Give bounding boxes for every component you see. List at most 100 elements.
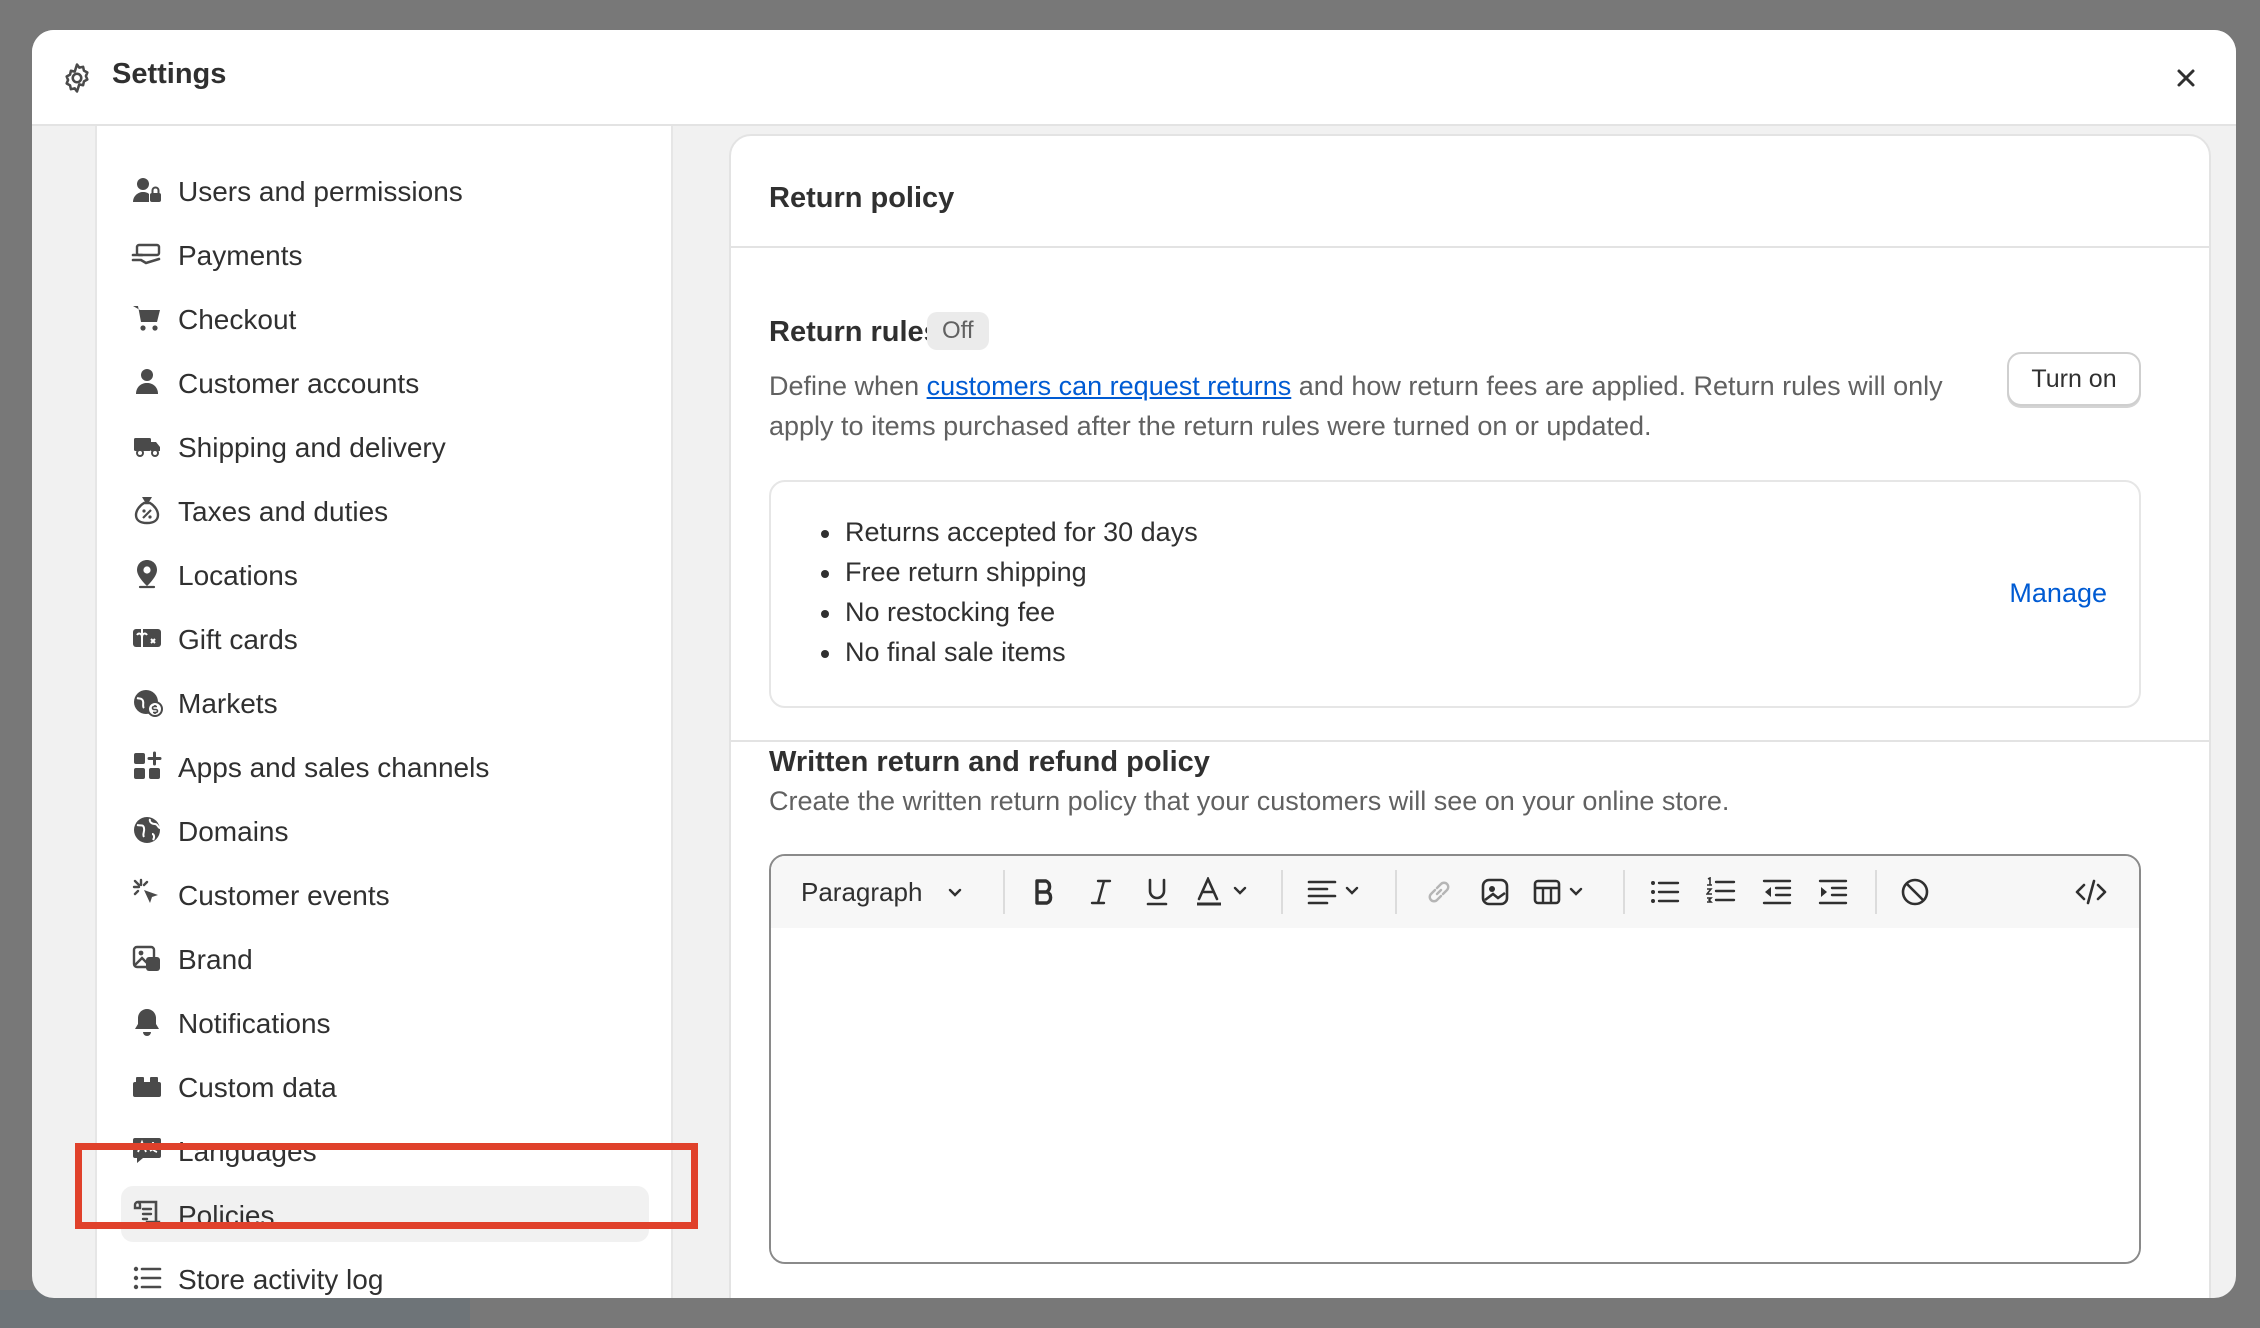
sidebar-item-label: Customer events: [178, 880, 390, 911]
return-policy-card: Return policy Return rules Off Define wh…: [729, 134, 2211, 1298]
modal-title: Settings: [112, 58, 227, 90]
bold-icon: [1032, 878, 1058, 906]
map-pin-icon: [131, 558, 163, 590]
sidebar-item-checkout[interactable]: Checkout: [121, 290, 649, 346]
close-icon: [2175, 67, 2197, 89]
italic-icon: [1088, 878, 1114, 906]
apps-icon: [131, 750, 163, 782]
bold-button[interactable]: [1027, 874, 1063, 910]
sidebar-item-gift-cards[interactable]: Gift cards: [121, 610, 649, 666]
sidebar-item-notifications[interactable]: Notifications: [121, 994, 649, 1050]
close-button[interactable]: [2164, 56, 2208, 100]
table-button[interactable]: [1533, 874, 1597, 910]
modal-header: Settings: [32, 30, 2236, 126]
chevron-down-icon: [946, 883, 964, 901]
sidebar-item-custom-data[interactable]: Custom data: [121, 1058, 649, 1114]
sidebar-item-label: Customer accounts: [178, 368, 420, 399]
outdent-button[interactable]: [1759, 874, 1795, 910]
brand-image-icon: [131, 942, 163, 974]
blocks-icon: [131, 1070, 163, 1102]
image-button[interactable]: [1477, 874, 1513, 910]
toolbar-separator: [1395, 870, 1397, 914]
sidebar-item-apps-and-sales-channels[interactable]: Apps and sales channels: [121, 738, 649, 794]
translate-icon: [131, 1134, 163, 1166]
sidebar-item-label: Brand: [178, 944, 253, 975]
user-lock-icon: [131, 174, 163, 206]
text-color-button[interactable]: [1195, 874, 1259, 910]
sidebar-item-label: Gift cards: [178, 624, 298, 655]
cart-icon: [131, 302, 163, 334]
written-policy-description: Create the written return policy that yo…: [769, 786, 1730, 816]
globe-dollar-icon: [131, 686, 163, 718]
gift-card-icon: [131, 622, 163, 654]
turn-on-button[interactable]: Turn on: [2007, 352, 2141, 406]
code-view-button[interactable]: [2073, 874, 2109, 910]
underline-button[interactable]: [1139, 874, 1175, 910]
list-item: Free return shipping: [819, 552, 1198, 592]
hand-money-icon: [131, 238, 163, 270]
sidebar-item-taxes-and-duties[interactable]: Taxes and duties: [121, 482, 649, 538]
list-item: No final sale items: [819, 632, 1198, 672]
link-button[interactable]: [1421, 874, 1457, 910]
money-bag-icon: [131, 494, 163, 526]
sidebar-item-customer-accounts[interactable]: Customer accounts: [121, 354, 649, 410]
numbered-list-icon: [1706, 877, 1736, 907]
sidebar-item-markets[interactable]: Markets: [121, 674, 649, 730]
settings-sidebar: Users and permissions Payments Checkout …: [95, 126, 673, 1298]
indent-icon: [1818, 878, 1848, 906]
indent-button[interactable]: [1815, 874, 1851, 910]
sidebar-item-domains[interactable]: Domains: [121, 802, 649, 858]
paragraph-select[interactable]: Paragraph: [801, 874, 964, 910]
editor-toolbar: Paragraph: [771, 856, 2139, 928]
paragraph-select-label: Paragraph: [801, 876, 923, 907]
sidebar-item-label: Locations: [178, 560, 298, 591]
divider: [731, 740, 2209, 742]
code-icon: [2075, 878, 2107, 906]
sidebar-item-label: Languages: [178, 1136, 317, 1167]
description-text: Define when: [769, 371, 927, 401]
return-rules-summary: Returns accepted for 30 days Free return…: [769, 480, 2141, 708]
bullet-list-icon: [1650, 878, 1680, 906]
sidebar-item-customer-events[interactable]: Customer events: [121, 866, 649, 922]
written-policy-title: Written return and refund policy: [769, 746, 1210, 778]
sidebar-item-brand[interactable]: Brand: [121, 930, 649, 986]
globe-icon: [131, 814, 163, 846]
outdent-icon: [1762, 878, 1792, 906]
sidebar-item-label: Checkout: [178, 304, 297, 335]
bullet-list-button[interactable]: [1647, 874, 1683, 910]
bell-icon: [131, 1006, 163, 1038]
list-icon: [131, 1262, 163, 1294]
toolbar-separator: [1875, 870, 1877, 914]
clear-format-button[interactable]: [1897, 874, 1933, 910]
sidebar-item-label: Taxes and duties: [178, 496, 389, 527]
cursor-click-icon: [131, 878, 163, 910]
sidebar-item-label: Shipping and delivery: [178, 432, 446, 463]
italic-button[interactable]: [1083, 874, 1119, 910]
sidebar-item-policies[interactable]: Policies: [121, 1186, 649, 1242]
sidebar-item-label: Store activity log: [178, 1264, 384, 1295]
editor-content-area[interactable]: [771, 928, 2139, 1262]
manage-link[interactable]: Manage: [2009, 578, 2107, 609]
rich-text-editor: Paragraph: [769, 854, 2141, 1264]
sidebar-item-store-activity-log[interactable]: Store activity log: [121, 1250, 649, 1298]
sidebar-item-shipping-and-delivery[interactable]: Shipping and delivery: [121, 418, 649, 474]
numbered-list-button[interactable]: [1703, 874, 1739, 910]
clear-format-icon: [1900, 877, 1930, 907]
sidebar-item-payments[interactable]: Payments: [121, 226, 649, 282]
link-icon: [1425, 878, 1453, 906]
return-policy-title: Return policy: [769, 182, 955, 214]
sidebar-item-label: Markets: [178, 688, 278, 719]
sidebar-item-users-and-permissions[interactable]: Users and permissions: [121, 162, 649, 218]
return-rules-description: Define when customers can request return…: [769, 366, 1979, 446]
text-color-icon: [1195, 877, 1259, 907]
sidebar-item-label: Domains: [178, 816, 289, 847]
table-icon: [1533, 878, 1597, 906]
status-badge: Off: [927, 312, 989, 350]
align-button[interactable]: [1307, 874, 1371, 910]
sidebar-item-languages[interactable]: Languages: [121, 1122, 649, 1178]
list-item: Returns accepted for 30 days: [819, 512, 1198, 552]
sidebar-item-locations[interactable]: Locations: [121, 546, 649, 602]
image-icon: [1481, 878, 1509, 906]
gear-icon: [60, 61, 94, 95]
customers-request-returns-link[interactable]: customers can request returns: [927, 371, 1292, 401]
